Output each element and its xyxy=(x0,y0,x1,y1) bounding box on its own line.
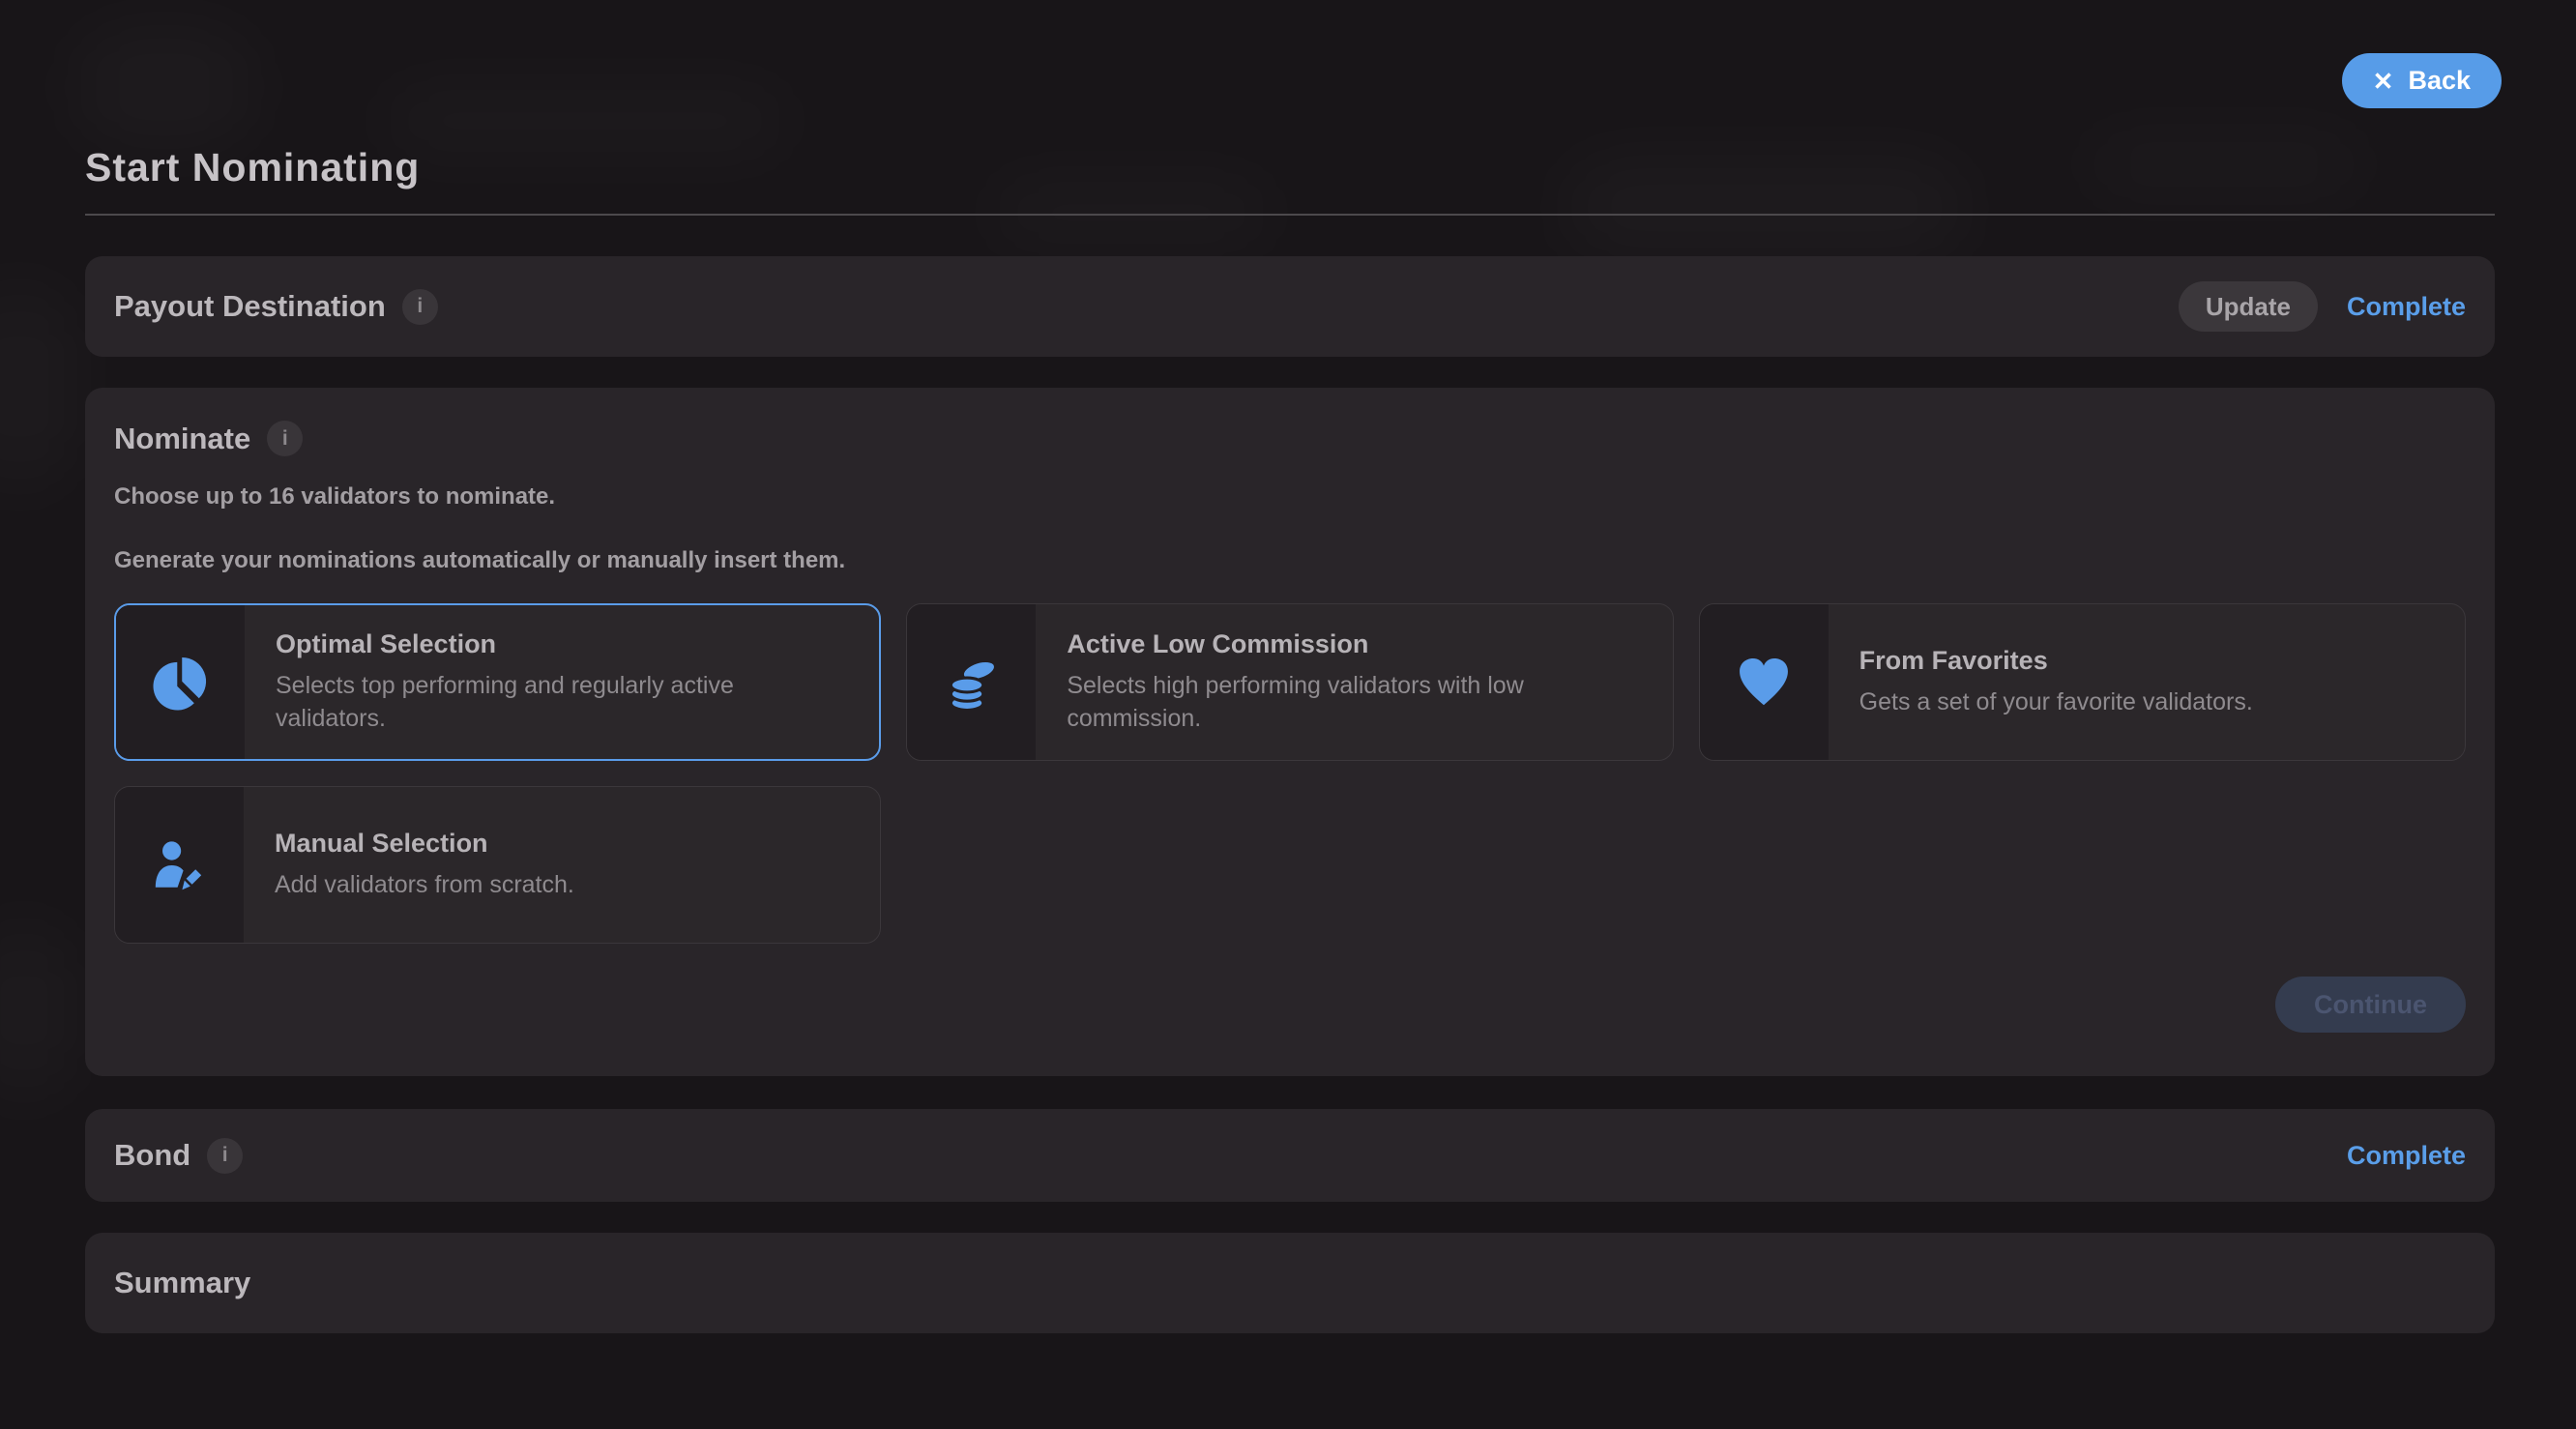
pie-chart-icon xyxy=(151,653,211,713)
page-title: Start Nominating xyxy=(85,145,2495,190)
nominate-helper-text: Generate your nominations automatically … xyxy=(114,547,2466,574)
payout-destination-section: Payout Destination i Update Complete xyxy=(85,256,2495,357)
update-button[interactable]: Update xyxy=(2179,281,2318,332)
option-description: Gets a set of your favorite validators. xyxy=(1859,686,2253,719)
option-icon-cell xyxy=(1700,604,1829,760)
option-icon-cell xyxy=(116,605,245,759)
info-icon[interactable]: i xyxy=(207,1138,243,1174)
option-card-manual-selection[interactable]: Manual Selection Add validators from scr… xyxy=(114,786,881,944)
nominate-section: Nominate i Choose up to 16 validators to… xyxy=(85,388,2495,1076)
info-icon[interactable]: i xyxy=(402,289,438,325)
overlay-panel: Start Nominating Payout Destination i Up… xyxy=(85,0,2495,1333)
bond-status-badge: Complete xyxy=(2347,1141,2466,1171)
option-description: Add validators from scratch. xyxy=(275,869,574,902)
option-card-from-favorites[interactable]: From Favorites Gets a set of your favori… xyxy=(1699,603,2466,761)
nomination-method-grid: Optimal Selection Selects top performing… xyxy=(114,603,2466,944)
background-blur-blob xyxy=(0,919,77,1102)
payout-destination-title: Payout Destination xyxy=(114,289,386,324)
summary-title: Summary xyxy=(114,1266,250,1300)
heart-icon xyxy=(1736,655,1792,711)
option-description: Selects top performing and regularly act… xyxy=(276,670,848,736)
option-card-optimal-selection[interactable]: Optimal Selection Selects top performing… xyxy=(114,603,881,761)
user-edit-icon xyxy=(151,836,209,894)
option-description: Selects high performing validators with … xyxy=(1067,670,1641,736)
summary-section: Summary xyxy=(85,1233,2495,1333)
option-card-active-low-commission[interactable]: Active Low Commission Selects high perfo… xyxy=(906,603,1673,761)
bond-title: Bond xyxy=(114,1138,190,1173)
coins-icon xyxy=(942,653,1002,713)
background-blur-blob xyxy=(0,280,77,493)
title-divider xyxy=(85,214,2495,216)
bond-section: Bond i Complete xyxy=(85,1109,2495,1202)
nominate-subtitle: Choose up to 16 validators to nominate. xyxy=(114,483,2466,510)
payout-status-badge: Complete xyxy=(2347,292,2466,322)
option-icon-cell xyxy=(115,787,244,943)
option-title: Manual Selection xyxy=(275,829,574,859)
option-title: Active Low Commission xyxy=(1067,629,1641,659)
nominate-title: Nominate xyxy=(114,422,250,456)
continue-button[interactable]: Continue xyxy=(2275,977,2466,1033)
option-title: From Favorites xyxy=(1859,646,2253,676)
option-icon-cell xyxy=(907,604,1036,760)
info-icon[interactable]: i xyxy=(267,421,303,456)
option-title: Optimal Selection xyxy=(276,629,848,659)
